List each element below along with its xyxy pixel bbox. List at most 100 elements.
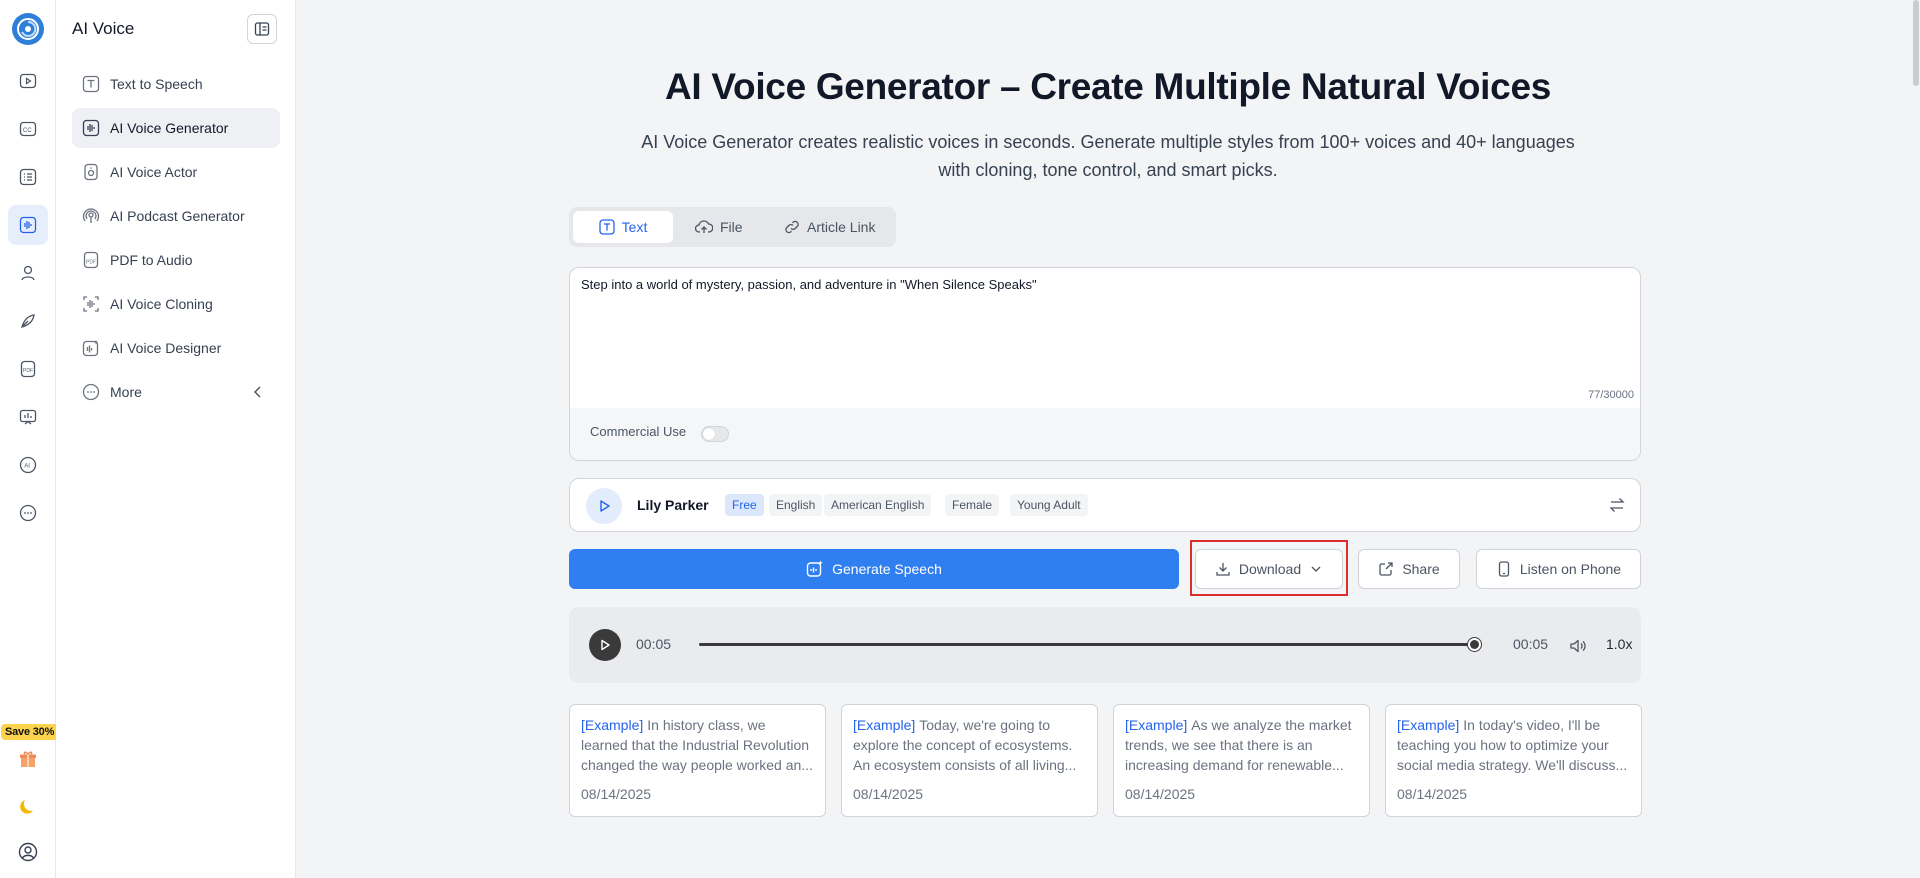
play-icon	[600, 500, 610, 512]
phone-icon	[1498, 561, 1510, 577]
example-tag: [Example]	[1125, 717, 1188, 733]
download-highlight-box	[1190, 540, 1348, 596]
player-play-button[interactable]	[589, 629, 621, 661]
text-icon	[599, 219, 615, 235]
example-tag: [Example]	[581, 717, 644, 733]
ai-chat-icon[interactable]: AI	[8, 445, 48, 485]
tab-article-link[interactable]: Article Link	[774, 211, 885, 243]
panel-toggle-icon	[254, 22, 270, 36]
tab-text[interactable]: Text	[573, 211, 673, 243]
pdf-icon[interactable]: PDF	[8, 349, 48, 389]
voice-tag: English	[769, 494, 823, 516]
example-tag: [Example]	[853, 717, 916, 733]
text-editor[interactable]: Step into a world of mystery, passion, a…	[569, 267, 1641, 461]
tab-label: Text	[621, 219, 648, 235]
listen-label: Listen on Phone	[1519, 561, 1622, 577]
example-body: [Example] As we analyze the market trends…	[1125, 715, 1358, 775]
presentation-icon[interactable]	[8, 397, 48, 437]
video-icon[interactable]	[8, 61, 48, 101]
pdf-file-icon: PDF	[83, 251, 99, 269]
save-badge[interactable]: Save 30%	[1, 724, 59, 740]
example-card[interactable]: [Example] In today's video, I'll be teach…	[1385, 704, 1642, 817]
voice-wave-icon	[82, 119, 100, 137]
svg-text:AI: AI	[24, 464, 30, 470]
subtitles-icon[interactable]: CC	[8, 109, 48, 149]
sidebar-collapse-button[interactable]	[247, 14, 277, 44]
example-date: 08/14/2025	[1125, 786, 1196, 802]
more-dots-icon	[82, 383, 100, 401]
sidebar: AI Voice Text to Speech AI Voice Generat…	[56, 0, 296, 878]
sidebar-item-label: AI Podcast Generator	[110, 208, 245, 224]
example-date: 08/14/2025	[1397, 786, 1468, 802]
playback-speed[interactable]: 1.0x	[1606, 636, 1632, 652]
tab-label: Article Link	[807, 219, 876, 235]
voice-preview-button[interactable]	[586, 488, 622, 524]
voice-clone-icon	[83, 296, 99, 312]
sidebar-item-label: Text to Speech	[110, 76, 203, 92]
page-title: AI Voice Generator – Create Multiple Nat…	[665, 66, 1551, 107]
example-tag: [Example]	[1397, 717, 1460, 733]
sidebar-item-more[interactable]: More	[72, 372, 280, 412]
sidebar-item-ai-voice-generator[interactable]: AI Voice Generator	[72, 108, 280, 148]
swap-voice-icon[interactable]	[1608, 496, 1626, 514]
example-date: 08/14/2025	[853, 786, 924, 802]
editor-text[interactable]: Step into a world of mystery, passion, a…	[581, 277, 1037, 292]
example-card[interactable]: [Example] As we analyze the market trends…	[1113, 704, 1370, 817]
svg-text:PDF: PDF	[23, 368, 33, 374]
example-card[interactable]: [Example] Today, we're going to explore t…	[841, 704, 1098, 817]
dark-mode-icon[interactable]	[8, 787, 48, 827]
sidebar-item-pdf-to-audio[interactable]: PDF PDF to Audio	[72, 240, 280, 280]
share-label: Share	[1402, 561, 1440, 577]
sidebar-item-ai-voice-cloning[interactable]: AI Voice Cloning	[72, 284, 280, 324]
audio-player: 00:05 00:05 1.0x	[569, 607, 1641, 683]
listen-on-phone-button[interactable]: Listen on Phone	[1476, 549, 1641, 589]
progress-handle[interactable]	[1468, 638, 1481, 651]
generate-speech-button[interactable]: Generate Speech	[569, 549, 1179, 589]
character-count: 77/30000	[1588, 389, 1634, 401]
example-body: [Example] In history class, we learned th…	[581, 715, 814, 775]
example-body: [Example] In today's video, I'll be teach…	[1397, 715, 1630, 775]
example-body: [Example] Today, we're going to explore t…	[853, 715, 1086, 775]
list-icon[interactable]	[8, 157, 48, 197]
example-card[interactable]: [Example] In history class, we learned th…	[569, 704, 826, 817]
input-mode-tabs: Text File Article Link	[569, 207, 896, 247]
sidebar-item-text-to-speech[interactable]: Text to Speech	[72, 64, 280, 104]
volume-icon[interactable]	[1569, 637, 1587, 655]
app-logo-icon[interactable]	[12, 13, 44, 45]
voice-tag: Female	[945, 494, 1000, 516]
sidebar-item-ai-voice-designer[interactable]: AI Voice Designer	[72, 328, 280, 368]
speaker-icon	[84, 163, 98, 181]
sidebar-item-ai-podcast-generator[interactable]: AI Podcast Generator	[72, 196, 280, 236]
sidebar-item-label: More	[110, 384, 142, 400]
current-time: 00:05	[636, 636, 672, 652]
page-subtitle: AI Voice Generator creates realistic voi…	[641, 132, 1575, 180]
voice-name: Lily Parker	[637, 497, 709, 513]
voice-design-icon	[82, 340, 99, 357]
podcast-icon	[82, 208, 100, 223]
progress-track[interactable]	[699, 643, 1474, 646]
svg-text:PDF: PDF	[86, 260, 96, 266]
sparkle-edit-icon	[806, 560, 823, 577]
commercial-use-toggle[interactable]	[701, 426, 729, 442]
play-icon	[601, 639, 610, 651]
voice-tag: American English	[824, 494, 932, 516]
tab-label: File	[720, 219, 743, 235]
voice-icon[interactable]	[8, 205, 48, 245]
generate-label: Generate Speech	[832, 561, 942, 577]
sidebar-item-label: AI Voice Generator	[110, 120, 229, 136]
voice-selector[interactable]: Lily Parker Free English American Englis…	[569, 478, 1641, 532]
voice-tag: Young Adult	[1010, 494, 1088, 516]
avatar-icon[interactable]	[8, 253, 48, 293]
sidebar-item-label: AI Voice Actor	[110, 164, 198, 180]
total-time: 00:05	[1513, 636, 1549, 652]
share-button[interactable]: Share	[1358, 549, 1460, 589]
icon-rail: CC PDF AI Save 30%	[0, 0, 59, 878]
gift-icon[interactable]	[8, 739, 48, 779]
voice-tag: Free	[725, 494, 764, 516]
tab-file[interactable]: File	[685, 211, 753, 243]
commercial-use-label: Commercial Use	[590, 424, 687, 439]
user-account-icon[interactable]	[8, 832, 48, 872]
pen-icon[interactable]	[8, 301, 48, 341]
sidebar-item-ai-voice-actor[interactable]: AI Voice Actor	[72, 152, 280, 192]
more-icon[interactable]	[8, 493, 48, 533]
